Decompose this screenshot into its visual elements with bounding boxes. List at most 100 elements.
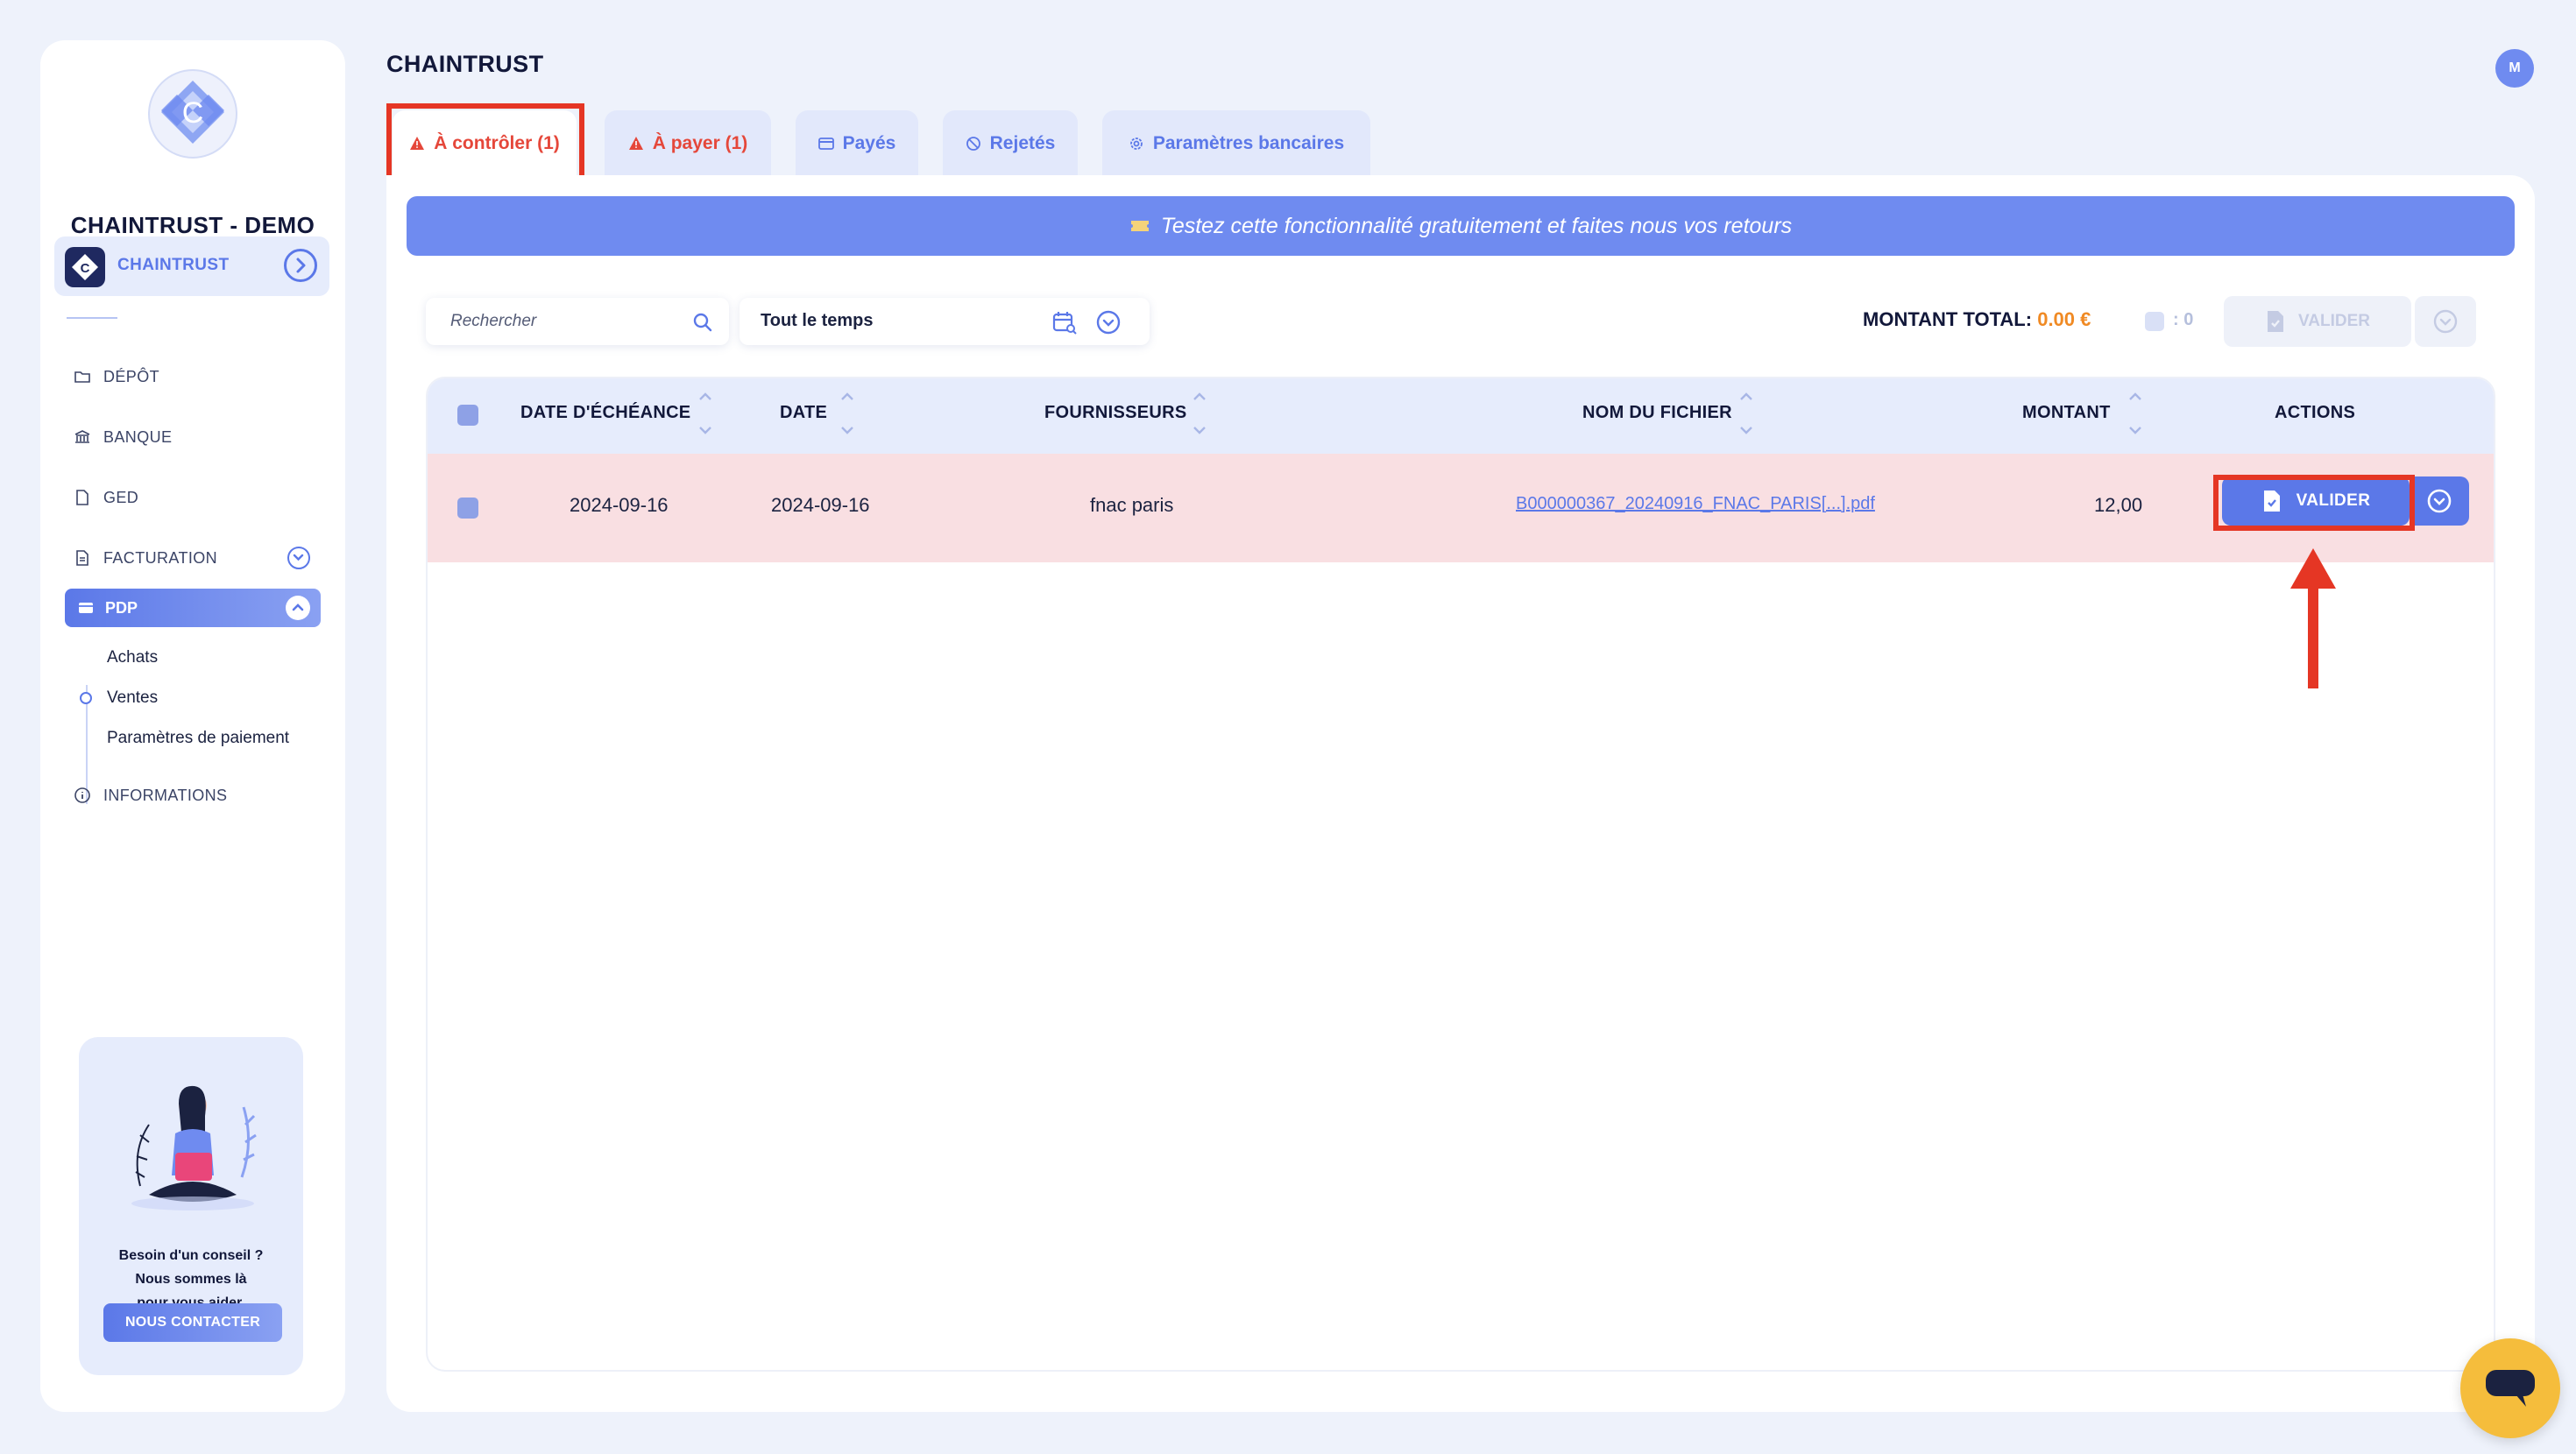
sort-icon[interactable]	[697, 391, 713, 436]
chevron-down-icon	[2427, 489, 2452, 513]
document-icon	[76, 490, 88, 505]
search-box	[426, 298, 729, 345]
file-link[interactable]: B000000367_20240916_FNAC_PARIS[...].pdf	[1516, 494, 1875, 514]
supplier-cell: fnac paris	[1090, 494, 1174, 516]
chevron-down-icon	[2433, 309, 2458, 334]
tab-label: Rejetés	[989, 133, 1056, 153]
button-label: VALIDER	[2298, 312, 2370, 330]
highlight-frame	[2213, 475, 2415, 531]
submenu-item-ventes[interactable]: Ventes	[107, 688, 158, 708]
chevron-down-icon[interactable]	[1095, 309, 1122, 335]
highlight-frame	[386, 103, 584, 184]
chevron-right-icon[interactable]	[284, 249, 317, 282]
gear-icon	[1129, 138, 1143, 150]
company-logo-icon: C	[65, 247, 105, 287]
period-select[interactable]: Tout le temps	[740, 298, 1150, 345]
column-header[interactable]: NOM DU FICHIER	[1582, 403, 1732, 423]
search-icon[interactable]	[692, 312, 713, 333]
help-line: Besoin d'un conseil ?	[118, 1248, 264, 1263]
company-name: CHAINTRUST	[117, 256, 230, 274]
chevron-down-icon[interactable]	[287, 547, 310, 569]
row-checkbox[interactable]	[457, 498, 478, 519]
company-selector[interactable]: C CHAINTRUST	[54, 236, 329, 296]
chaintrust-logo: C	[148, 69, 237, 159]
arrow-up-icon	[2290, 548, 2336, 688]
total-amount: MONTANT TOTAL: 0.00 €	[1863, 308, 2091, 331]
nav-label: BANQUE	[103, 427, 173, 446]
sort-icon[interactable]	[2127, 391, 2143, 436]
tab-label: À payer (1)	[652, 133, 748, 153]
total-value: 0.00 €	[2037, 308, 2091, 330]
due-date-cell: 2024-09-16	[570, 494, 669, 516]
divider	[67, 317, 117, 319]
info-icon	[74, 787, 90, 803]
total-label: MONTANT TOTAL:	[1863, 308, 2033, 330]
contact-button[interactable]: NOUS CONTACTER	[103, 1303, 282, 1342]
invoice-icon	[76, 550, 88, 566]
chat-widget-button[interactable]	[2460, 1338, 2560, 1438]
nav-label: GED	[103, 488, 139, 506]
row-actions-dropdown[interactable]	[2411, 476, 2469, 526]
tab-a-payer[interactable]: À payer (1)	[605, 110, 771, 177]
ticket-icon	[1130, 221, 1149, 231]
svg-text:C: C	[81, 261, 90, 276]
sort-icon[interactable]	[1738, 391, 1754, 436]
brand-title: CHAINTRUST - DEMO	[70, 212, 315, 238]
illustration	[131, 1085, 257, 1210]
bulk-validate-button[interactable]: VALIDER	[2224, 296, 2411, 347]
invoices-table: DATE D'ÉCHÉANCE DATE FOURNISSEURS NOM DU…	[426, 377, 2495, 1372]
card-icon	[817, 138, 834, 150]
selected-count: : 0	[2173, 310, 2194, 329]
chat-icon	[2486, 1370, 2535, 1407]
column-header: ACTIONS	[2275, 403, 2356, 422]
nav-item-depot[interactable]: DÉPÔT	[74, 359, 159, 394]
block-icon	[966, 137, 980, 151]
banner-text: Testez cette fonctionnalité gratuitement…	[1160, 213, 1793, 238]
nav-item-ged[interactable]: GED	[74, 480, 138, 515]
sort-icon[interactable]	[1192, 391, 1207, 436]
svg-text:C: C	[182, 96, 204, 130]
nav-label: DÉPÔT	[103, 367, 160, 385]
nav-item-informations[interactable]: INFORMATIONS	[74, 778, 227, 813]
folder-icon	[74, 371, 90, 383]
sort-icon[interactable]	[839, 391, 855, 436]
tab-label: Paramètres bancaires	[1152, 133, 1345, 153]
card-icon	[79, 603, 93, 613]
column-header[interactable]: MONTANT	[2022, 403, 2111, 423]
chevron-up-icon[interactable]	[286, 596, 310, 620]
page-title: CHAINTRUST	[386, 51, 544, 77]
column-header[interactable]: DATE D'ÉCHÉANCE	[520, 403, 690, 423]
submenu-item-achats[interactable]: Achats	[107, 648, 158, 667]
tab-label: Payés	[842, 133, 896, 153]
document-check-icon	[2268, 311, 2283, 332]
select-all-checkbox[interactable]	[457, 405, 478, 426]
amount-cell: 12,00	[2094, 494, 2143, 516]
table-row[interactable]: 2024-09-16 2024-09-16 fnac paris B000000…	[428, 454, 2494, 562]
help-card: Besoin d'un conseil ? Nous sommes là pou…	[79, 1037, 303, 1375]
nav-item-pdp[interactable]: PDP	[65, 589, 321, 627]
column-header[interactable]: FOURNISSEURS	[1044, 403, 1187, 423]
tab-parametres-bancaires[interactable]: Paramètres bancaires	[1102, 110, 1370, 177]
user-avatar[interactable]: M	[2495, 49, 2534, 88]
nav-label: PDP	[105, 598, 138, 617]
table-header: DATE D'ÉCHÉANCE DATE FOURNISSEURS NOM DU…	[428, 378, 2494, 454]
nav-item-banque[interactable]: BANQUE	[74, 420, 172, 455]
nav-label: FACTURATION	[103, 548, 218, 567]
sidebar: C CHAINTRUST - DEMO C CHAINTRUST DÉPÔT B…	[40, 40, 345, 1412]
date-cell: 2024-09-16	[771, 494, 870, 516]
warning-icon	[628, 137, 643, 150]
tab-payes[interactable]: Payés	[796, 110, 918, 177]
selected-count-checkbox	[2145, 312, 2164, 331]
bulk-validate-dropdown[interactable]	[2415, 296, 2476, 347]
help-line: Nous sommes là	[135, 1272, 247, 1287]
nav-label: INFORMATIONS	[103, 786, 228, 804]
period-value: Tout le temps	[761, 311, 874, 330]
submenu-active-dot	[80, 692, 92, 704]
submenu-item-parametres-paiement[interactable]: Paramètres de paiement	[107, 729, 289, 748]
promo-banner: Testez cette fonctionnalité gratuitement…	[407, 196, 2515, 256]
calendar-search-icon[interactable]	[1051, 309, 1078, 335]
search-input[interactable]	[450, 310, 678, 333]
nav-item-facturation[interactable]: FACTURATION	[74, 540, 217, 575]
tab-rejetes[interactable]: Rejetés	[943, 110, 1078, 177]
column-header[interactable]: DATE	[780, 403, 827, 423]
